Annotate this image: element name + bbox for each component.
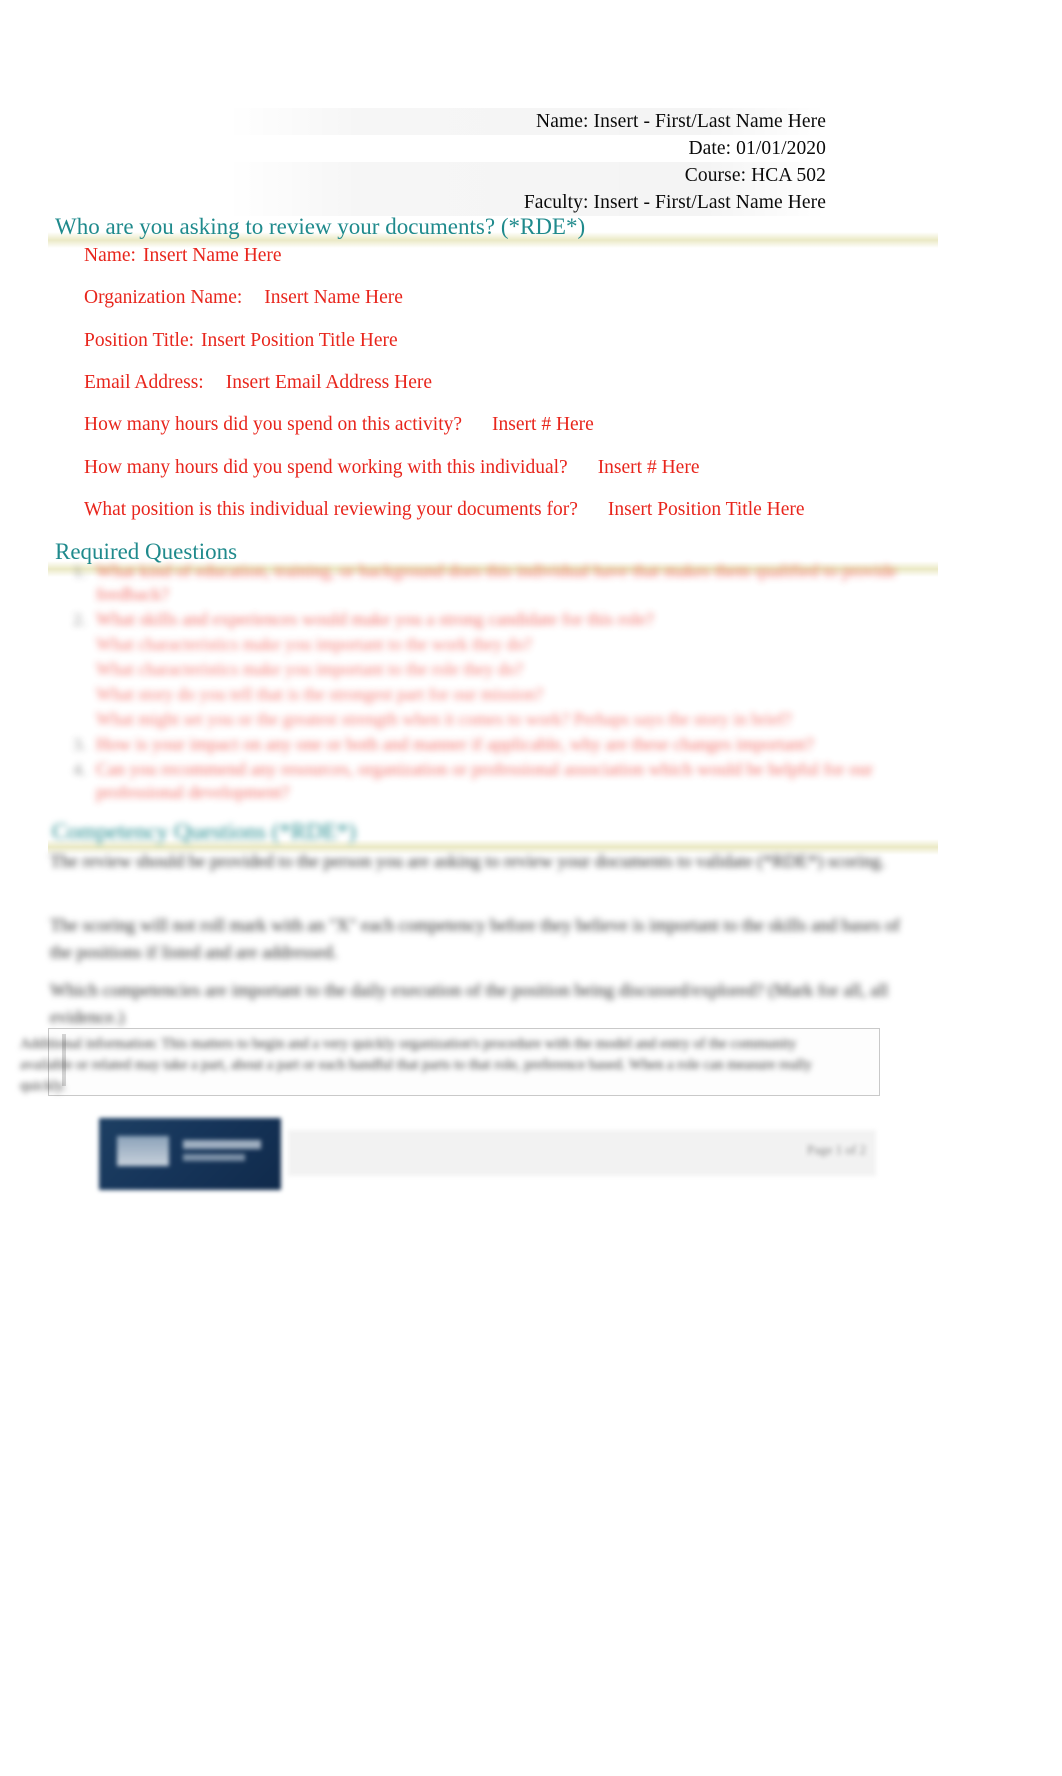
question-text: What kind of education, training, or bac… xyxy=(96,561,897,604)
institution-logo xyxy=(99,1118,281,1190)
field-email-address: Email Address: Insert Email Address Here xyxy=(84,370,432,396)
field-email-address-value[interactable]: Insert Email Address Here xyxy=(226,372,432,393)
field-hours-individual-label: How many hours did you spend working wit… xyxy=(84,457,568,478)
document-page: Name: Insert - First/Last Name Here Date… xyxy=(0,0,1062,1776)
field-hours-individual-value[interactable]: Insert # Here xyxy=(598,457,700,478)
competency-paragraph-1: The review should be provided to the per… xyxy=(50,851,886,871)
question-item: 4. Can you recommend any resources, orga… xyxy=(52,758,932,804)
header-faculty-line: Faculty: Insert - First/Last Name Here xyxy=(226,189,826,216)
logo-wordmark-line-2 xyxy=(183,1154,245,1161)
heading-competency-questions-wrap: Competency Questions (*RDE*) xyxy=(52,818,356,846)
field-organization-value[interactable]: Insert Name Here xyxy=(264,287,403,308)
field-hours-individual: How many hours did you spend working wit… xyxy=(84,455,699,481)
heading-competency-questions: Competency Questions (*RDE*) xyxy=(52,819,357,844)
question-sub-text: What characteristics make you important … xyxy=(96,634,532,654)
document-header: Name: Insert - First/Last Name Here Date… xyxy=(226,108,826,216)
field-email-address-label: Email Address: xyxy=(84,372,204,393)
footer-rule xyxy=(288,1130,876,1176)
heading-rde: Who are you asking to review your docume… xyxy=(55,214,586,239)
page-number: Page 1 of 2 xyxy=(807,1142,866,1157)
note-box-text: Additional information: This matters to … xyxy=(20,1036,813,1094)
question-item: 1. What kind of education, training, or … xyxy=(52,560,932,606)
question-number: 4. xyxy=(73,760,86,779)
question-subitem: What characteristics make you important … xyxy=(96,633,932,656)
question-sub-text: What story do you tell that is the stron… xyxy=(96,684,544,704)
field-review-position-value[interactable]: Insert Position Title Here xyxy=(608,499,805,520)
field-organization: Organization Name: Insert Name Here xyxy=(84,285,403,311)
question-subitem: What story do you tell that is the stron… xyxy=(96,683,932,706)
required-questions-list: 1. What kind of education, training, or … xyxy=(52,560,932,806)
field-review-position: What position is this individual reviewi… xyxy=(84,497,805,523)
question-number: 2. xyxy=(73,610,86,629)
field-hours-activity-label: How many hours did you spend on this act… xyxy=(84,414,463,435)
header-course-line: Course: HCA 502 xyxy=(226,162,826,189)
field-name: Name: Insert Name Here xyxy=(84,243,282,269)
field-hours-activity-value[interactable]: Insert # Here xyxy=(492,414,594,435)
question-text: How is your impact on any one or both an… xyxy=(96,734,814,754)
question-text: Can you recommend any resources, organiz… xyxy=(96,759,873,802)
field-name-label: Name: xyxy=(84,245,136,266)
field-organization-label: Organization Name: xyxy=(84,287,243,308)
question-sub-text: What might set you or the greatest stren… xyxy=(96,709,792,729)
competency-paragraph-2: The scoring will not roll mark with an "… xyxy=(50,915,900,962)
question-subitem: What might set you or the greatest stren… xyxy=(96,708,932,731)
logo-wordmark-line-1 xyxy=(183,1140,261,1149)
question-number: 3. xyxy=(73,735,86,754)
field-name-value[interactable]: Insert Name Here xyxy=(143,245,282,266)
question-text: What skills and experiences would make y… xyxy=(96,609,654,629)
question-subitem: What characteristics make you important … xyxy=(96,658,932,681)
field-position-title-label: Position Title: xyxy=(84,330,195,351)
question-number: 1. xyxy=(73,562,86,581)
field-position-title-value[interactable]: Insert Position Title Here xyxy=(201,330,398,351)
field-hours-activity: How many hours did you spend on this act… xyxy=(84,412,594,438)
header-name-line: Name: Insert - First/Last Name Here xyxy=(226,108,826,135)
logo-mark-icon xyxy=(117,1136,169,1166)
competency-paragraph-3: Which competencies are important to the … xyxy=(50,980,889,1027)
question-sub-text: What characteristics make you important … xyxy=(96,659,524,679)
field-position-title: Position Title: Insert Position Title Her… xyxy=(84,328,398,354)
question-item: 3. How is your impact on any one or both… xyxy=(52,733,932,756)
field-review-position-label: What position is this individual reviewi… xyxy=(84,499,578,520)
header-date-line: Date: 01/01/2020 xyxy=(688,138,826,159)
question-item: 2. What skills and experiences would mak… xyxy=(52,608,932,631)
